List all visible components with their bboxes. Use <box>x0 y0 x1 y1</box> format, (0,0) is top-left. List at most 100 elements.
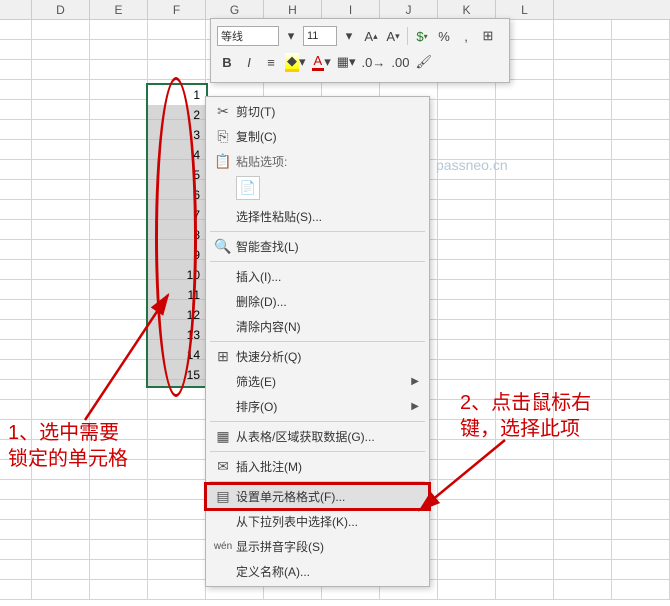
cell[interactable] <box>612 540 670 560</box>
ctx-pick-dropdown[interactable]: 从下拉列表中选择(K)... <box>206 509 429 534</box>
cell[interactable] <box>612 380 670 400</box>
cell[interactable] <box>554 180 612 200</box>
cell[interactable] <box>554 560 612 580</box>
cell[interactable] <box>148 580 206 600</box>
ctx-cut[interactable]: ✂ 剪切(T) <box>206 99 429 124</box>
cell[interactable] <box>438 460 496 480</box>
cell[interactable] <box>496 420 554 440</box>
cell[interactable] <box>612 560 670 580</box>
cell[interactable] <box>496 240 554 260</box>
cell[interactable] <box>90 280 148 300</box>
cell[interactable] <box>554 260 612 280</box>
borders-icon[interactable]: ▦▾ <box>335 52 358 72</box>
cell[interactable] <box>612 160 670 180</box>
font-name-combo[interactable]: 等线 <box>217 26 279 46</box>
cell[interactable] <box>612 460 670 480</box>
ctx-copy[interactable]: ⎘ 复制(C) <box>206 124 429 149</box>
comma-format-icon[interactable]: , <box>456 26 476 46</box>
cell[interactable] <box>32 420 90 440</box>
cell[interactable] <box>32 160 90 180</box>
column-header-L[interactable]: L <box>496 0 554 19</box>
cell[interactable] <box>90 220 148 240</box>
cell[interactable] <box>32 440 90 460</box>
cell[interactable] <box>554 200 612 220</box>
cell[interactable] <box>32 260 90 280</box>
fill-color-icon[interactable]: ◆▾ <box>283 52 308 72</box>
ctx-delete[interactable]: 删除(D)... <box>206 289 429 314</box>
cell[interactable] <box>496 220 554 240</box>
cell[interactable] <box>438 160 496 180</box>
cell[interactable] <box>612 40 670 60</box>
cell[interactable] <box>148 500 206 520</box>
cell[interactable] <box>496 100 554 120</box>
column-header-I[interactable]: I <box>322 0 380 19</box>
cell[interactable] <box>438 320 496 340</box>
cell[interactable] <box>90 580 148 600</box>
ctx-insert[interactable]: 插入(I)... <box>206 264 429 289</box>
cell[interactable] <box>90 300 148 320</box>
cell[interactable] <box>612 320 670 340</box>
cell[interactable] <box>438 540 496 560</box>
cell[interactable] <box>32 40 90 60</box>
cell[interactable] <box>496 360 554 380</box>
ctx-quick-analysis[interactable]: ⊞ 快速分析(Q) <box>206 344 429 369</box>
cell[interactable] <box>554 420 612 440</box>
cell[interactable] <box>90 400 148 420</box>
cell[interactable] <box>438 400 496 420</box>
cell[interactable] <box>496 300 554 320</box>
cell[interactable] <box>90 80 148 100</box>
cell[interactable] <box>554 160 612 180</box>
cell[interactable] <box>32 80 90 100</box>
cell[interactable] <box>148 520 206 540</box>
cell[interactable] <box>438 380 496 400</box>
cell[interactable] <box>32 500 90 520</box>
ctx-show-phonetic[interactable]: wén 显示拼音字段(S) <box>206 534 429 559</box>
cell[interactable] <box>90 360 148 380</box>
cell[interactable] <box>438 480 496 500</box>
italic-button[interactable]: I <box>239 52 259 72</box>
cell[interactable] <box>438 220 496 240</box>
cell[interactable] <box>554 500 612 520</box>
cell[interactable] <box>612 140 670 160</box>
cell[interactable] <box>554 360 612 380</box>
cell[interactable] <box>32 320 90 340</box>
format-painter-icon[interactable]: 🖌 <box>413 52 434 72</box>
cell[interactable] <box>612 80 670 100</box>
cell[interactable] <box>438 200 496 220</box>
cell[interactable] <box>90 480 148 500</box>
cell[interactable] <box>438 80 496 100</box>
cell[interactable] <box>32 460 90 480</box>
format-icon[interactable]: ⊞ <box>478 26 498 46</box>
cell[interactable] <box>612 280 670 300</box>
cell[interactable] <box>90 160 148 180</box>
cell[interactable] <box>32 280 90 300</box>
cell[interactable] <box>32 20 90 40</box>
column-header-G[interactable]: G <box>206 0 264 19</box>
cell[interactable] <box>438 340 496 360</box>
cell[interactable] <box>612 240 670 260</box>
cell[interactable] <box>438 420 496 440</box>
cell[interactable] <box>90 320 148 340</box>
cell[interactable] <box>438 140 496 160</box>
cell[interactable] <box>438 580 496 600</box>
ctx-filter[interactable]: 筛选(E) ▶ <box>206 369 429 394</box>
cell[interactable] <box>438 440 496 460</box>
cell[interactable] <box>554 380 612 400</box>
column-header-F[interactable]: F <box>148 0 206 19</box>
cell[interactable] <box>496 380 554 400</box>
cell[interactable] <box>90 380 148 400</box>
cell[interactable] <box>90 180 148 200</box>
cell[interactable] <box>438 120 496 140</box>
cell[interactable] <box>32 340 90 360</box>
cell[interactable] <box>148 480 206 500</box>
cell[interactable] <box>90 140 148 160</box>
cell[interactable] <box>32 380 90 400</box>
cell[interactable] <box>612 500 670 520</box>
cell[interactable] <box>554 280 612 300</box>
cell[interactable] <box>32 580 90 600</box>
cell[interactable] <box>438 280 496 300</box>
cell[interactable] <box>148 460 206 480</box>
cell[interactable] <box>148 400 206 420</box>
cell[interactable] <box>90 420 148 440</box>
cell[interactable] <box>554 400 612 420</box>
